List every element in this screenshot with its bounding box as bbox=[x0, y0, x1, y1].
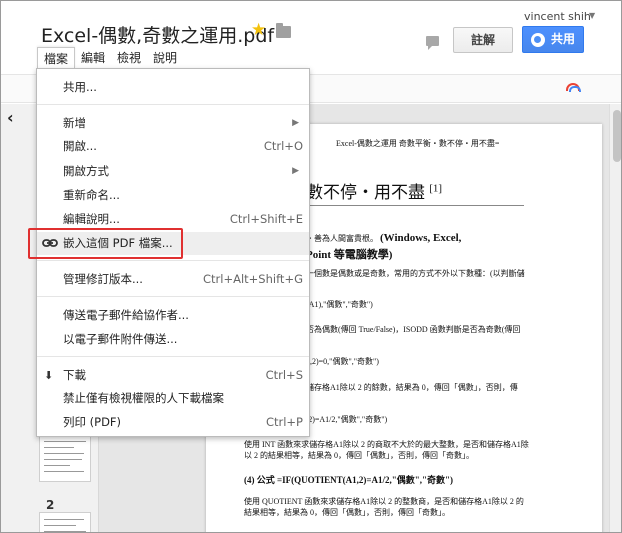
pdf-paragraph-5: 使用 QUOTIENT 函數來求儲存格A1除以 2 的整數商，是否和儲存格A1除… bbox=[244, 497, 524, 506]
menu-item-shortcut: Ctrl+Shift+E bbox=[229, 212, 303, 226]
menu-item-shortcut: Ctrl+S bbox=[265, 368, 303, 382]
menu-item-email-attachment[interactable]: 以電子郵件附件傳送... bbox=[37, 328, 309, 351]
menu-separator bbox=[37, 260, 309, 261]
menu-item-share[interactable]: 共用... bbox=[37, 76, 309, 99]
pdf-title: 數不停・用不盡 [1] bbox=[306, 178, 442, 203]
menu-item-label: 下載 bbox=[63, 368, 86, 382]
pdf-formula-1: (A1),"偶數","奇數") bbox=[306, 300, 373, 309]
pdf-formula-2: 1,2)=0,"偶數","奇數") bbox=[306, 357, 379, 366]
menu-help[interactable]: 說明 bbox=[147, 47, 183, 69]
menu-separator bbox=[37, 356, 309, 357]
menu-item-label: 傳送電子郵件給協作者... bbox=[63, 308, 189, 322]
submenu-arrow-icon: ▶ bbox=[292, 166, 299, 176]
account-dropdown-icon[interactable]: ▼ bbox=[589, 11, 595, 20]
account-name[interactable]: vincent shih bbox=[524, 10, 591, 23]
app-window: Excel-偶數,奇數之運用.pdf ★ vincent shih ▼ 註解 共… bbox=[0, 0, 622, 533]
pdf-title-text: 數不停・用不盡 bbox=[306, 183, 425, 202]
pdf-title-ref: [1] bbox=[429, 182, 443, 195]
folder-icon[interactable] bbox=[276, 23, 291, 38]
menu-item-label: 開啟方式 bbox=[63, 164, 109, 178]
vertical-scrollbar[interactable] bbox=[609, 104, 621, 532]
comment-icon bbox=[426, 36, 439, 50]
document-title[interactable]: Excel-偶數,奇數之運用.pdf bbox=[41, 21, 274, 48]
pdf-formula-4: (4) 公式 =IF(QUOTIENT(A1,2)=A1/2,"偶數","奇數"… bbox=[244, 475, 453, 485]
menu-item-print[interactable]: 列印 (PDF) Ctrl+P bbox=[37, 411, 309, 434]
menu-item-rename[interactable]: 重新命名... bbox=[37, 184, 309, 207]
menu-item-label: 共用... bbox=[63, 80, 97, 94]
menu-item-label: 禁止僅有檢視權限的人下載檔案 bbox=[63, 391, 224, 405]
page-number-label: 2 bbox=[46, 498, 55, 512]
menu-item-open[interactable]: 開啟... Ctrl+O bbox=[37, 135, 309, 158]
pdf-intro-bold: (Windows, Excel, bbox=[380, 232, 462, 244]
menu-item-shortcut: Ctrl+O bbox=[263, 139, 303, 153]
pdf-intro: ・善為人間富貴根。 (Windows, Excel, bbox=[306, 232, 461, 244]
menu-item-label: 列印 (PDF) bbox=[63, 415, 122, 429]
menu-item-label: 重新命名... bbox=[63, 188, 120, 202]
menu-item-new[interactable]: 新增 ▶ bbox=[37, 112, 309, 135]
menu-item-label: 新增 bbox=[63, 116, 86, 130]
share-label: 共用 bbox=[551, 32, 576, 46]
star-icon[interactable]: ★ bbox=[251, 20, 266, 40]
menu-item-shortcut: Ctrl+Alt+Shift+G bbox=[203, 272, 303, 286]
menu-file[interactable]: 檔案 bbox=[37, 47, 76, 69]
pdf-paragraph-1: 一個數是偶數或是奇數，常用的方式不外以下數種：(以判斷儲 bbox=[306, 269, 525, 278]
menu-separator bbox=[37, 296, 309, 297]
pdf-paragraph-5b: 結果相等，結果為 0，傳回「偶數」，否則，傳回「奇數」。 bbox=[244, 508, 450, 517]
pdf-paragraph-2: 否為偶數(傳回 True/False)，ISODD 函數判斷是否為奇數(傳回 bbox=[306, 325, 521, 334]
annotation-highlight-box bbox=[28, 228, 183, 259]
share-button[interactable]: 共用 bbox=[522, 26, 584, 53]
menu-item-open-with[interactable]: 開啟方式 ▶ bbox=[37, 160, 309, 183]
globe-icon bbox=[531, 33, 545, 47]
menu-view[interactable]: 檢視 bbox=[111, 47, 147, 69]
menu-bar: 檔案 編輯 檢視 說明 bbox=[37, 47, 183, 69]
download-icon: ⬇ bbox=[44, 369, 54, 382]
pdf-paragraph-4: 使用 INT 函數來求儲存格A1除以 2 的商取不大於的最大整數，是否和儲存格A… bbox=[244, 440, 529, 449]
menu-item-label: 以電子郵件附件傳送... bbox=[63, 332, 178, 346]
pdf-paragraph-3: 儲存格A1除以 2 的餘數，結果為 0，傳回「偶數」，否則，傳 bbox=[306, 383, 518, 392]
back-arrow-icon[interactable]: ‹ bbox=[7, 108, 14, 127]
comments-button[interactable] bbox=[419, 29, 445, 53]
scrollbar-thumb[interactable] bbox=[613, 110, 621, 162]
menu-item-download[interactable]: ⬇ 下載 Ctrl+S bbox=[37, 364, 309, 387]
menu-separator bbox=[37, 104, 309, 105]
menu-edit[interactable]: 編輯 bbox=[75, 47, 111, 69]
menu-item-prevent-download[interactable]: 禁止僅有檢視權限的人下載檔案 bbox=[37, 387, 309, 410]
menu-item-label: 開啟... bbox=[63, 139, 97, 153]
pdf-intro-bold-2: Point 等電腦教學) bbox=[306, 249, 393, 261]
title-rule bbox=[306, 205, 524, 206]
viewer-app-icon[interactable] bbox=[566, 83, 581, 92]
submenu-arrow-icon: ▶ bbox=[292, 118, 299, 128]
pdf-formula-3: /2)=A1/2,"偶數","奇數") bbox=[306, 415, 388, 424]
menu-item-email-collaborators[interactable]: 傳送電子郵件給協作者... bbox=[37, 304, 309, 327]
page-thumbnail[interactable] bbox=[39, 512, 91, 532]
menu-item-shortcut: Ctrl+P bbox=[265, 415, 303, 429]
pdf-paragraph-4b: 以 2 的結果相等，結果為 0，傳回「偶數」，否則，傳回「奇數」。 bbox=[244, 451, 474, 460]
menu-item-label: 管理修訂版本... bbox=[63, 272, 143, 286]
pdf-intro-text: ・善為人間富貴根。 bbox=[306, 234, 378, 243]
menu-item-manage-revisions[interactable]: 管理修訂版本... Ctrl+Alt+Shift+G bbox=[37, 268, 309, 291]
annotate-button[interactable]: 註解 bbox=[453, 27, 513, 53]
pdf-header-line: Excel-偶數之運用 奇數平衡・數不停・用不盡= bbox=[336, 139, 500, 148]
